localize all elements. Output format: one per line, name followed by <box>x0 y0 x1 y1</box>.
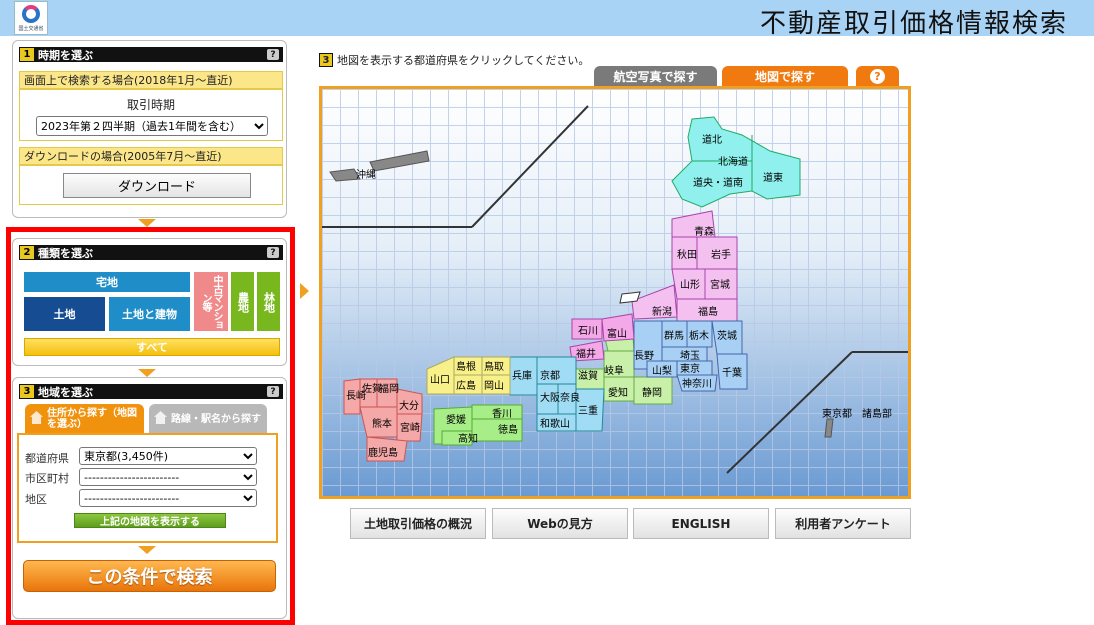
step-number: 1 <box>20 48 34 61</box>
web-guide-button[interactable]: Webの見方 <box>492 508 628 539</box>
map-instruction: 3 地図を表示する都道府県をクリックしてください。 <box>319 52 589 68</box>
tab-aerial[interactable]: 航空写真で探す <box>594 66 717 87</box>
kagawa-label: 香川 <box>492 408 512 420</box>
pref-okinawa[interactable]: 沖縄 <box>329 150 430 182</box>
kagoshima-label: 鹿児島 <box>368 446 398 459</box>
islands-label: 東京都 諸島部 <box>822 407 892 420</box>
help-icon[interactable]: ? <box>267 49 279 60</box>
screen-search-box: 取引時期 2023年第２四半期（過去1年間を含む） <box>19 89 283 141</box>
logo-icon <box>22 4 40 23</box>
mie-label: 三重 <box>578 404 598 417</box>
okinawa-label: 沖縄 <box>356 168 376 181</box>
hyogo-label: 兵庫 <box>512 369 532 382</box>
shizuoka-label: 静岡 <box>642 386 662 399</box>
page-title: 不動産取引価格情報検索 <box>759 9 1068 39</box>
screen-search-label: 画面上で検索する場合(2018年1月～直近) <box>19 71 283 89</box>
iwate-label: 岩手 <box>711 248 731 261</box>
overview-button[interactable]: 土地取引価格の概況 <box>350 508 486 539</box>
kyoto-label: 京都 <box>540 369 560 382</box>
dooh-label: 道央・道南 <box>693 176 743 189</box>
period-label: 取引時期 <box>126 98 175 112</box>
map-svg: 沖縄 東京都 諸島部 道北 北海道 道央・道南 道東 青森 秋田 岩手 山形 宮… <box>322 105 908 474</box>
map-divider-line <box>471 105 589 228</box>
help-icon: ? <box>870 69 885 84</box>
period-panel: 1 時期を選ぶ ? 画面上で検索する場合(2018年1月～直近) 取引時期 20… <box>12 40 287 218</box>
fukuoka-label: 福岡 <box>379 382 399 395</box>
doto-label: 道東 <box>763 171 783 184</box>
sado-island <box>619 291 641 304</box>
kanagawa-label: 神奈川 <box>682 377 712 390</box>
fukushima-label: 福島 <box>698 305 718 318</box>
tab-map-help[interactable]: ? <box>856 66 899 87</box>
period-panel-header: 1 時期を選ぶ ? <box>19 47 283 62</box>
arrow-right-icon <box>300 283 309 299</box>
akita-label: 秋田 <box>677 248 697 261</box>
aomori-label: 青森 <box>694 225 714 238</box>
fukui-label: 福井 <box>576 347 596 360</box>
mlit-logo[interactable]: 国土交通省 <box>14 1 48 35</box>
nara-label: 奈良 <box>560 391 580 404</box>
region-hokkaido[interactable]: 道北 北海道 道央・道南 道東 <box>671 116 801 208</box>
tokyo-label: 東京 <box>680 362 700 375</box>
download-button[interactable]: ダウンロード <box>63 173 251 198</box>
niigata-label: 新潟 <box>652 305 672 318</box>
dohoku-label: 道北 <box>702 133 722 146</box>
download-label: ダウンロードの場合(2005年7月～直近) <box>19 147 283 165</box>
hiroshima-label: 広島 <box>456 379 476 392</box>
period-select[interactable]: 2023年第２四半期（過去1年間を含む） <box>36 116 268 136</box>
tochigi-label: 栃木 <box>689 329 709 342</box>
wakayama-label: 和歌山 <box>540 417 570 430</box>
yamaguchi-label: 山口 <box>430 374 450 386</box>
miyagi-label: 宮城 <box>710 278 730 291</box>
arrow-down-icon <box>138 219 156 227</box>
download-box: ダウンロード <box>19 165 283 205</box>
highlight-frame <box>6 227 295 625</box>
toyama-label: 富山 <box>607 327 627 340</box>
okayama-label: 岡山 <box>484 380 504 392</box>
tab-map[interactable]: 地図で探す <box>722 66 848 87</box>
gunma-label: 群馬 <box>664 329 684 342</box>
oita-label: 大分 <box>399 399 419 412</box>
hokkaido-label: 北海道 <box>718 155 748 168</box>
aichi-label: 愛知 <box>608 386 628 399</box>
period-panel-title: 時期を選ぶ <box>38 48 93 62</box>
saitama-label: 埼玉 <box>680 349 700 362</box>
english-button[interactable]: ENGLISH <box>633 508 769 539</box>
chiba-label: 千葉 <box>722 366 742 379</box>
header-bar: 国土交通省 不動産取引価格情報検索 <box>0 0 1094 39</box>
region-tohoku[interactable] <box>631 210 738 322</box>
yamagata-label: 山形 <box>680 279 700 291</box>
ibaraki-label: 茨城 <box>717 329 737 342</box>
gifu-label: 岐阜 <box>604 364 624 377</box>
nagano-label: 長野 <box>634 350 654 362</box>
pref-tokyo-islands[interactable]: 東京都 諸島部 <box>822 407 892 438</box>
kumamoto-label: 熊本 <box>372 417 392 430</box>
ehime-label: 愛媛 <box>446 413 466 426</box>
logo-text: 国土交通省 <box>18 25 44 32</box>
tokushima-label: 徳島 <box>498 423 518 436</box>
miyazaki-label: 宮崎 <box>400 421 420 434</box>
survey-button[interactable]: 利用者アンケート <box>775 508 911 539</box>
japan-map[interactable]: 沖縄 東京都 諸島部 道北 北海道 道央・道南 道東 青森 秋田 岩手 山形 宮… <box>319 86 911 499</box>
shimane-label: 島根 <box>456 360 476 373</box>
tottori-label: 鳥取 <box>484 360 504 373</box>
ishikawa-label: 石川 <box>578 326 598 337</box>
yamanashi-label: 山梨 <box>652 364 672 377</box>
step-number: 3 <box>319 53 333 67</box>
osaka-label: 大阪 <box>540 391 560 404</box>
shiga-label: 滋賀 <box>578 369 598 382</box>
kochi-label: 高知 <box>458 432 478 445</box>
map-instruction-text: 地図を表示する都道府県をクリックしてください。 <box>337 54 590 67</box>
